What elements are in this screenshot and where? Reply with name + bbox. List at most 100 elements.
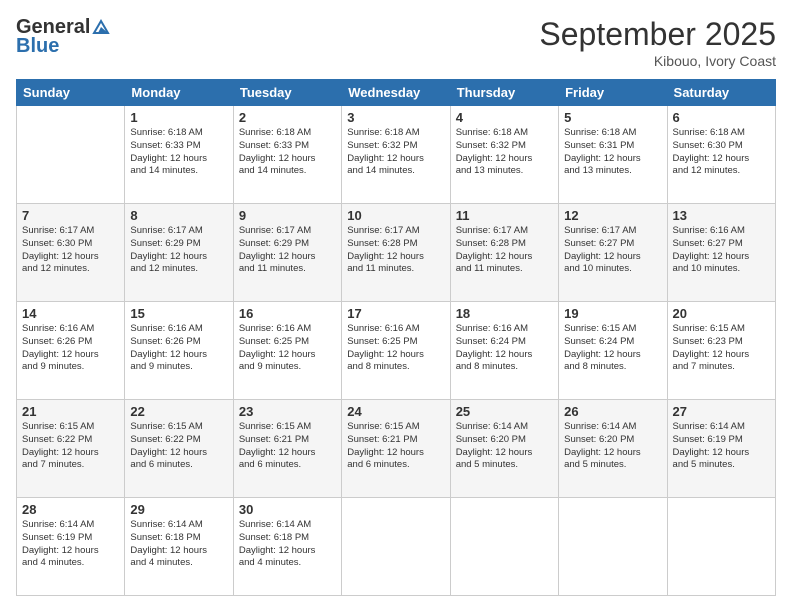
calendar-cell: 27 Sunrise: 6:14 AM Sunset: 6:19 PM Dayli… — [667, 400, 775, 498]
day-info: Sunrise: 6:17 AM Sunset: 6:28 PM Dayligh… — [456, 225, 553, 276]
calendar-cell: 18 Sunrise: 6:16 AM Sunset: 6:24 PM Dayli… — [450, 302, 558, 400]
day-number: 8 — [130, 208, 227, 223]
day-info: Sunrise: 6:15 AM Sunset: 6:24 PM Dayligh… — [564, 323, 661, 374]
day-number: 4 — [456, 110, 553, 125]
calendar-cell: 6 Sunrise: 6:18 AM Sunset: 6:30 PM Daylig… — [667, 106, 775, 204]
day-number: 29 — [130, 502, 227, 517]
calendar-cell: 4 Sunrise: 6:18 AM Sunset: 6:32 PM Daylig… — [450, 106, 558, 204]
day-number: 27 — [673, 404, 770, 419]
day-info: Sunrise: 6:18 AM Sunset: 6:33 PM Dayligh… — [130, 127, 227, 178]
calendar-cell: 12Sunrise: 6:17 AM Sunset: 6:27 PM Dayli… — [559, 204, 667, 302]
calendar-cell — [342, 498, 450, 596]
day-number: 17 — [347, 306, 444, 321]
month-title: September 2025 — [539, 16, 776, 53]
calendar-cell: 26Sunrise: 6:14 AM Sunset: 6:20 PM Dayli… — [559, 400, 667, 498]
calendar-cell: 9 Sunrise: 6:17 AM Sunset: 6:29 PM Daylig… — [233, 204, 341, 302]
calendar-cell: 1 Sunrise: 6:18 AM Sunset: 6:33 PM Daylig… — [125, 106, 233, 204]
calendar-cell: 10 Sunrise: 6:17 AM Sunset: 6:28 PM Dayli… — [342, 204, 450, 302]
calendar-cell: 8 Sunrise: 6:17 AM Sunset: 6:29 PM Daylig… — [125, 204, 233, 302]
calendar-header-row: SundayMondayTuesdayWednesdayThursdayFrid… — [17, 80, 776, 106]
calendar-cell: 14 Sunrise: 6:16 AM Sunset: 6:26 PM Dayli… — [17, 302, 125, 400]
day-number: 22 — [130, 404, 227, 419]
calendar-cell — [450, 498, 558, 596]
day-number: 12 — [564, 208, 661, 223]
logo: General Blue — [16, 16, 110, 58]
day-number: 11 — [456, 208, 553, 223]
day-info: Sunrise: 6:15 AM Sunset: 6:22 PM Dayligh… — [22, 421, 119, 472]
page: General Blue September 2025 Kibouo, Ivor… — [0, 0, 792, 612]
day-info: Sunrise: 6:14 AM Sunset: 6:19 PM Dayligh… — [673, 421, 770, 472]
calendar-cell: 3 Sunrise: 6:18 AM Sunset: 6:32 PM Daylig… — [342, 106, 450, 204]
calendar-cell: 13Sunrise: 6:16 AM Sunset: 6:27 PM Dayli… — [667, 204, 775, 302]
calendar-cell: 20 Sunrise: 6:15 AM Sunset: 6:23 PM Dayli… — [667, 302, 775, 400]
calendar-header-sunday: Sunday — [17, 80, 125, 106]
title-section: September 2025 Kibouo, Ivory Coast — [539, 16, 776, 69]
day-info: Sunrise: 6:17 AM Sunset: 6:29 PM Dayligh… — [130, 225, 227, 276]
day-number: 18 — [456, 306, 553, 321]
day-number: 16 — [239, 306, 336, 321]
calendar-cell: 28Sunrise: 6:14 AM Sunset: 6:19 PM Dayli… — [17, 498, 125, 596]
day-info: Sunrise: 6:15 AM Sunset: 6:23 PM Dayligh… — [673, 323, 770, 374]
calendar-week-4: 28Sunrise: 6:14 AM Sunset: 6:19 PM Dayli… — [17, 498, 776, 596]
day-number: 28 — [22, 502, 119, 517]
day-number: 21 — [22, 404, 119, 419]
calendar-header-friday: Friday — [559, 80, 667, 106]
logo-icon — [92, 19, 110, 37]
day-info: Sunrise: 6:14 AM Sunset: 6:18 PM Dayligh… — [130, 519, 227, 570]
day-info: Sunrise: 6:17 AM Sunset: 6:30 PM Dayligh… — [22, 225, 119, 276]
day-info: Sunrise: 6:15 AM Sunset: 6:21 PM Dayligh… — [239, 421, 336, 472]
day-number: 10 — [347, 208, 444, 223]
day-info: Sunrise: 6:16 AM Sunset: 6:26 PM Dayligh… — [22, 323, 119, 374]
day-info: Sunrise: 6:18 AM Sunset: 6:30 PM Dayligh… — [673, 127, 770, 178]
calendar-cell: 24 Sunrise: 6:15 AM Sunset: 6:21 PM Dayli… — [342, 400, 450, 498]
day-info: Sunrise: 6:16 AM Sunset: 6:25 PM Dayligh… — [347, 323, 444, 374]
calendar-cell: 7Sunrise: 6:17 AM Sunset: 6:30 PM Daylig… — [17, 204, 125, 302]
day-info: Sunrise: 6:16 AM Sunset: 6:24 PM Dayligh… — [456, 323, 553, 374]
location: Kibouo, Ivory Coast — [539, 53, 776, 69]
day-number: 26 — [564, 404, 661, 419]
day-info: Sunrise: 6:17 AM Sunset: 6:29 PM Dayligh… — [239, 225, 336, 276]
day-number: 14 — [22, 306, 119, 321]
calendar-cell: 23 Sunrise: 6:15 AM Sunset: 6:21 PM Dayli… — [233, 400, 341, 498]
day-info: Sunrise: 6:16 AM Sunset: 6:26 PM Dayligh… — [130, 323, 227, 374]
day-number: 1 — [130, 110, 227, 125]
calendar-cell: 25 Sunrise: 6:14 AM Sunset: 6:20 PM Dayli… — [450, 400, 558, 498]
day-number: 19 — [564, 306, 661, 321]
day-info: Sunrise: 6:18 AM Sunset: 6:32 PM Dayligh… — [456, 127, 553, 178]
calendar-cell: 16 Sunrise: 6:16 AM Sunset: 6:25 PM Dayli… — [233, 302, 341, 400]
day-info: Sunrise: 6:18 AM Sunset: 6:32 PM Dayligh… — [347, 127, 444, 178]
calendar-cell — [667, 498, 775, 596]
calendar-cell: 19 Sunrise: 6:15 AM Sunset: 6:24 PM Dayli… — [559, 302, 667, 400]
calendar-week-1: 7Sunrise: 6:17 AM Sunset: 6:30 PM Daylig… — [17, 204, 776, 302]
calendar-cell: 21 Sunrise: 6:15 AM Sunset: 6:22 PM Dayli… — [17, 400, 125, 498]
day-number: 6 — [673, 110, 770, 125]
calendar-cell — [559, 498, 667, 596]
day-info: Sunrise: 6:17 AM Sunset: 6:28 PM Dayligh… — [347, 225, 444, 276]
day-info: Sunrise: 6:15 AM Sunset: 6:21 PM Dayligh… — [347, 421, 444, 472]
day-number: 2 — [239, 110, 336, 125]
day-number: 23 — [239, 404, 336, 419]
day-info: Sunrise: 6:14 AM Sunset: 6:18 PM Dayligh… — [239, 519, 336, 570]
day-info: Sunrise: 6:14 AM Sunset: 6:20 PM Dayligh… — [456, 421, 553, 472]
day-info: Sunrise: 6:18 AM Sunset: 6:33 PM Dayligh… — [239, 127, 336, 178]
calendar-table: SundayMondayTuesdayWednesdayThursdayFrid… — [16, 79, 776, 596]
day-number: 25 — [456, 404, 553, 419]
day-info: Sunrise: 6:16 AM Sunset: 6:27 PM Dayligh… — [673, 225, 770, 276]
calendar-cell: 30Sunrise: 6:14 AM Sunset: 6:18 PM Dayli… — [233, 498, 341, 596]
calendar-header-tuesday: Tuesday — [233, 80, 341, 106]
day-number: 24 — [347, 404, 444, 419]
calendar-cell — [17, 106, 125, 204]
calendar-header-thursday: Thursday — [450, 80, 558, 106]
day-info: Sunrise: 6:18 AM Sunset: 6:31 PM Dayligh… — [564, 127, 661, 178]
day-number: 3 — [347, 110, 444, 125]
day-number: 5 — [564, 110, 661, 125]
calendar-cell: 5 Sunrise: 6:18 AM Sunset: 6:31 PM Daylig… — [559, 106, 667, 204]
calendar-cell: 2 Sunrise: 6:18 AM Sunset: 6:33 PM Daylig… — [233, 106, 341, 204]
calendar-cell: 22Sunrise: 6:15 AM Sunset: 6:22 PM Dayli… — [125, 400, 233, 498]
day-info: Sunrise: 6:16 AM Sunset: 6:25 PM Dayligh… — [239, 323, 336, 374]
calendar-week-2: 14 Sunrise: 6:16 AM Sunset: 6:26 PM Dayli… — [17, 302, 776, 400]
calendar-week-0: 1 Sunrise: 6:18 AM Sunset: 6:33 PM Daylig… — [17, 106, 776, 204]
day-number: 9 — [239, 208, 336, 223]
day-number: 20 — [673, 306, 770, 321]
calendar-cell: 15Sunrise: 6:16 AM Sunset: 6:26 PM Dayli… — [125, 302, 233, 400]
